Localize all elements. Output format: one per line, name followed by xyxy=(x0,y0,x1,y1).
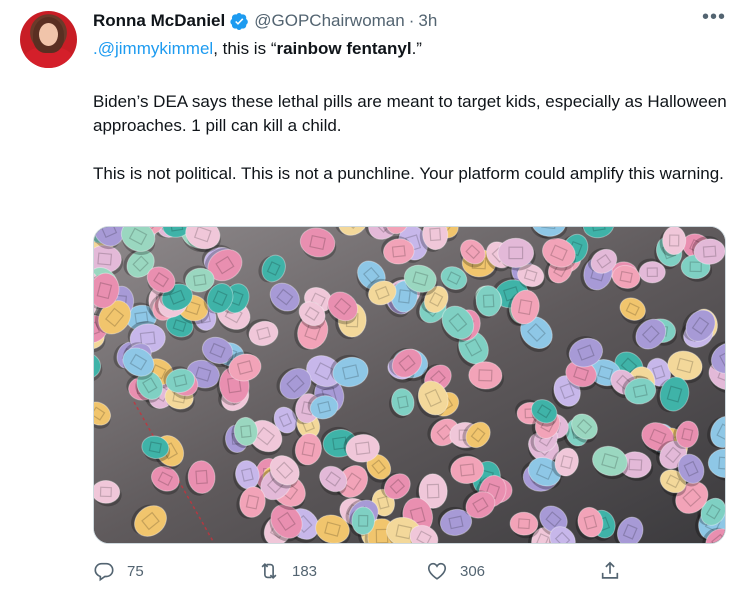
tweet-paragraph-3: This is not political. This is not a pun… xyxy=(93,164,724,183)
tweet-time[interactable]: 3h xyxy=(418,11,437,31)
tweet-photo[interactable] xyxy=(93,226,726,544)
retweet-icon xyxy=(261,562,277,580)
pills-image xyxy=(94,227,725,543)
mention-link[interactable]: .@jimmykimmel xyxy=(93,39,213,58)
tweet-card[interactable]: Ronna McDaniel @GOPChairwoman · 3h ••• .… xyxy=(0,0,755,607)
author-handle[interactable]: @GOPChairwoman xyxy=(254,11,404,31)
reply-icon xyxy=(94,562,114,582)
reply-count: 75 xyxy=(127,562,144,580)
avatar[interactable] xyxy=(20,11,77,68)
share-button[interactable] xyxy=(599,560,633,582)
like-count: 306 xyxy=(460,562,486,580)
separator-dot: · xyxy=(408,11,415,30)
quote-close: .” xyxy=(411,39,422,58)
tweet-paragraph-2: Biden’s DEA says these lethal pills are … xyxy=(93,92,727,135)
retweet-button[interactable]: 183 xyxy=(258,560,317,582)
like-icon xyxy=(427,562,447,580)
tweet-header: Ronna McDaniel @GOPChairwoman · 3h xyxy=(93,10,437,32)
like-button[interactable]: 306 xyxy=(426,560,485,582)
verified-icon xyxy=(230,12,249,31)
bold-phrase: rainbow fentanyl xyxy=(276,39,412,58)
action-bar: 75 183 306 xyxy=(93,560,653,584)
tweet-line-1: .@jimmykimmel, this is “rainbow fentanyl… xyxy=(93,37,733,61)
line1-text: , this is xyxy=(213,39,271,58)
more-icon[interactable]: ••• xyxy=(700,7,728,32)
retweet-count: 183 xyxy=(292,562,318,580)
author-name[interactable]: Ronna McDaniel xyxy=(93,11,225,31)
reply-button[interactable]: 75 xyxy=(93,560,144,582)
share-icon xyxy=(601,561,619,579)
